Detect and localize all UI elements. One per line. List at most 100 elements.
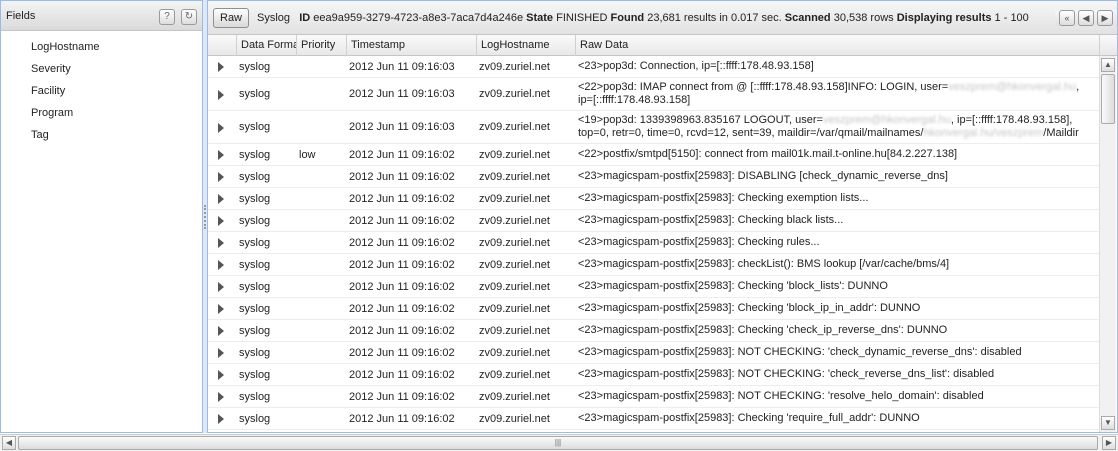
fields-list: LogHostname Severity Facility Program Ta…	[1, 31, 202, 146]
cell-data-format: syslog	[239, 346, 271, 359]
results-rows: syslog 2012 Jun 11 09:16:03 zv09.zuriel.ne…	[208, 56, 1100, 432]
vertical-scroll-thumb[interactable]	[1101, 74, 1115, 124]
first-page-icon[interactable]: «	[1059, 10, 1075, 26]
scroll-up-icon[interactable]: ▲	[1101, 58, 1115, 72]
expand-row-icon[interactable]	[218, 348, 224, 358]
cell-data-format: syslog	[239, 280, 271, 293]
field-item-program[interactable]: Program	[1, 102, 202, 124]
table-row[interactable]: syslog 2012 Jun 11 09:16:02 zv09.zuriel.ne…	[208, 254, 1100, 276]
table-row[interactable]: syslog 2012 Jun 11 09:16:03 zv09.zuriel.ne…	[208, 111, 1100, 144]
found-label: Found	[610, 11, 645, 24]
table-row[interactable]: syslog low 2012 Jun 11 09:16:02 zv09.zuriel…	[208, 144, 1100, 166]
cell-timestamp: 2012 Jun 11 09:16:03	[349, 88, 455, 100]
next-page-icon[interactable]: ▶	[1097, 10, 1113, 26]
cell-raw-data: <23>magicspam-postfix[25983]: Checking '…	[578, 302, 921, 314]
redacted-text: hkonvergal.hu/veszprem	[923, 127, 1044, 139]
cell-priority	[295, 364, 345, 385]
cell-loghostname: zv09.zuriel.net	[479, 214, 550, 227]
raw-button[interactable]: Raw	[213, 7, 250, 28]
cell-data-format: syslog	[239, 236, 271, 249]
cell-priority	[295, 408, 345, 429]
table-row[interactable]: syslog 2012 Jun 11 09:16:02 zv09.zuriel.ne…	[208, 166, 1100, 188]
field-item-tag[interactable]: Tag	[1, 124, 202, 146]
column-priority[interactable]: Priority	[297, 35, 347, 56]
expand-row-icon[interactable]	[218, 89, 224, 100]
expand-row-icon[interactable]	[218, 238, 224, 248]
cell-timestamp: 2012 Jun 11 09:16:02	[349, 236, 455, 249]
fields-panel: Fields ? ↻ LogHostname Severity Facility…	[0, 0, 203, 433]
state-label: State	[526, 11, 554, 24]
cell-priority	[295, 188, 345, 209]
refresh-icon[interactable]: ↻	[181, 9, 197, 25]
horizontal-scroll-thumb[interactable]: |||	[18, 436, 1098, 450]
expand-row-icon[interactable]	[218, 122, 224, 133]
horizontal-scrollbar[interactable]: ◀ ||| ▶	[0, 434, 1118, 451]
expand-row-icon[interactable]	[218, 194, 224, 204]
field-item-loghostname[interactable]: LogHostname	[1, 36, 202, 58]
expand-row-icon[interactable]	[218, 326, 224, 336]
cell-timestamp: 2012 Jun 11 09:16:02	[349, 192, 455, 205]
cell-raw-data: <19>pop3d: 1339398963.835167 LOGOUT, use…	[574, 111, 1096, 143]
scroll-right-icon[interactable]: ▶	[1102, 436, 1116, 450]
expand-row-icon[interactable]	[218, 260, 224, 270]
cell-raw-data: <23>magicspam-postfix[25983]: DISABLING …	[578, 170, 948, 182]
cell-priority	[295, 298, 345, 319]
field-item-severity[interactable]: Severity	[1, 58, 202, 80]
cell-raw-data: <23>magicspam-postfix[25983]: Checking e…	[578, 192, 869, 204]
cell-data-format: syslog	[239, 88, 271, 100]
table-row[interactable]: syslog 2012 Jun 11 09:16:02 zv09.zuriel.ne…	[208, 298, 1100, 320]
cell-raw-data: <23>magicspam-postfix[25983]: Checking '…	[578, 324, 948, 336]
cell-timestamp: 2012 Jun 11 09:16:02	[349, 324, 455, 337]
expand-row-icon[interactable]	[218, 282, 224, 292]
cell-priority	[295, 78, 345, 110]
table-row[interactable]: syslog 2012 Jun 11 09:16:02 zv09.zuriel.ne…	[208, 188, 1100, 210]
cell-loghostname: zv09.zuriel.net	[479, 346, 550, 359]
table-row[interactable]: syslog 2012 Jun 11 09:16:03 zv09.zuriel.ne…	[208, 78, 1100, 111]
table-row[interactable]: syslog 2012 Jun 11 09:16:02 zv09.zuriel.ne…	[208, 364, 1100, 386]
expand-row-icon[interactable]	[218, 62, 224, 72]
cell-priority	[295, 386, 345, 407]
cell-priority	[295, 210, 345, 231]
scroll-down-icon[interactable]: ▼	[1101, 416, 1115, 430]
help-icon[interactable]: ?	[159, 9, 175, 25]
column-raw-data[interactable]: Raw Data	[576, 35, 1100, 56]
cell-loghostname: zv09.zuriel.net	[479, 258, 550, 271]
column-timestamp[interactable]: Timestamp	[347, 35, 477, 56]
table-row[interactable]: syslog 2012 Jun 11 09:16:02 zv09.zuriel.ne…	[208, 408, 1100, 430]
raw-data-fragment: <19>pop3d: 1339398963.835167 LOGOUT, use…	[578, 114, 823, 126]
expand-row-icon[interactable]	[218, 414, 224, 424]
column-loghostname[interactable]: LogHostname	[477, 35, 576, 56]
cell-data-format: syslog	[239, 148, 271, 161]
cell-timestamp: 2012 Jun 11 09:16:02	[349, 148, 455, 161]
cell-data-format: syslog	[239, 390, 271, 403]
scanned-label: Scanned	[784, 11, 831, 24]
source-label: Syslog	[257, 11, 291, 24]
prev-page-icon[interactable]: ◀	[1078, 10, 1094, 26]
scroll-left-icon[interactable]: ◀	[2, 436, 16, 450]
cell-raw-data: <23>magicspam-postfix[25983]: NOT CHECKI…	[578, 390, 984, 402]
cell-priority: low	[299, 148, 316, 161]
cell-priority	[295, 276, 345, 297]
expand-row-icon[interactable]	[218, 370, 224, 380]
cell-loghostname: zv09.zuriel.net	[479, 302, 550, 315]
table-row[interactable]: syslog 2012 Jun 11 09:16:02 zv09.zuriel.ne…	[208, 320, 1100, 342]
cell-loghostname: zv09.zuriel.net	[479, 60, 550, 73]
column-data-format[interactable]: Data Format	[237, 35, 297, 56]
field-item-facility[interactable]: Facility	[1, 80, 202, 102]
table-row[interactable]: syslog 2012 Jun 11 09:16:03 zv09.zuriel.ne…	[208, 56, 1100, 78]
pager: « ◀ ▶	[1055, 10, 1117, 26]
table-row[interactable]: syslog 2012 Jun 11 09:16:02 zv09.zuriel.ne…	[208, 276, 1100, 298]
cell-priority	[295, 166, 345, 187]
cell-loghostname: zv09.zuriel.net	[479, 192, 550, 205]
vertical-scrollbar[interactable]: ▲ ▼	[1099, 56, 1116, 432]
expand-row-icon[interactable]	[218, 172, 224, 182]
expand-row-icon[interactable]	[218, 216, 224, 226]
table-row[interactable]: syslog 2012 Jun 11 09:16:02 zv09.zuriel.ne…	[208, 210, 1100, 232]
expand-row-icon[interactable]	[218, 392, 224, 402]
table-row[interactable]: syslog 2012 Jun 11 09:16:02 zv09.zuriel.ne…	[208, 232, 1100, 254]
redacted-text: veszprem@hkonvergal.hu	[948, 81, 1077, 93]
table-row[interactable]: syslog 2012 Jun 11 09:16:02 zv09.zuriel.ne…	[208, 386, 1100, 408]
table-row[interactable]: syslog 2012 Jun 11 09:16:02 zv09.zuriel.ne…	[208, 342, 1100, 364]
expand-row-icon[interactable]	[218, 304, 224, 314]
expand-row-icon[interactable]	[218, 150, 224, 160]
